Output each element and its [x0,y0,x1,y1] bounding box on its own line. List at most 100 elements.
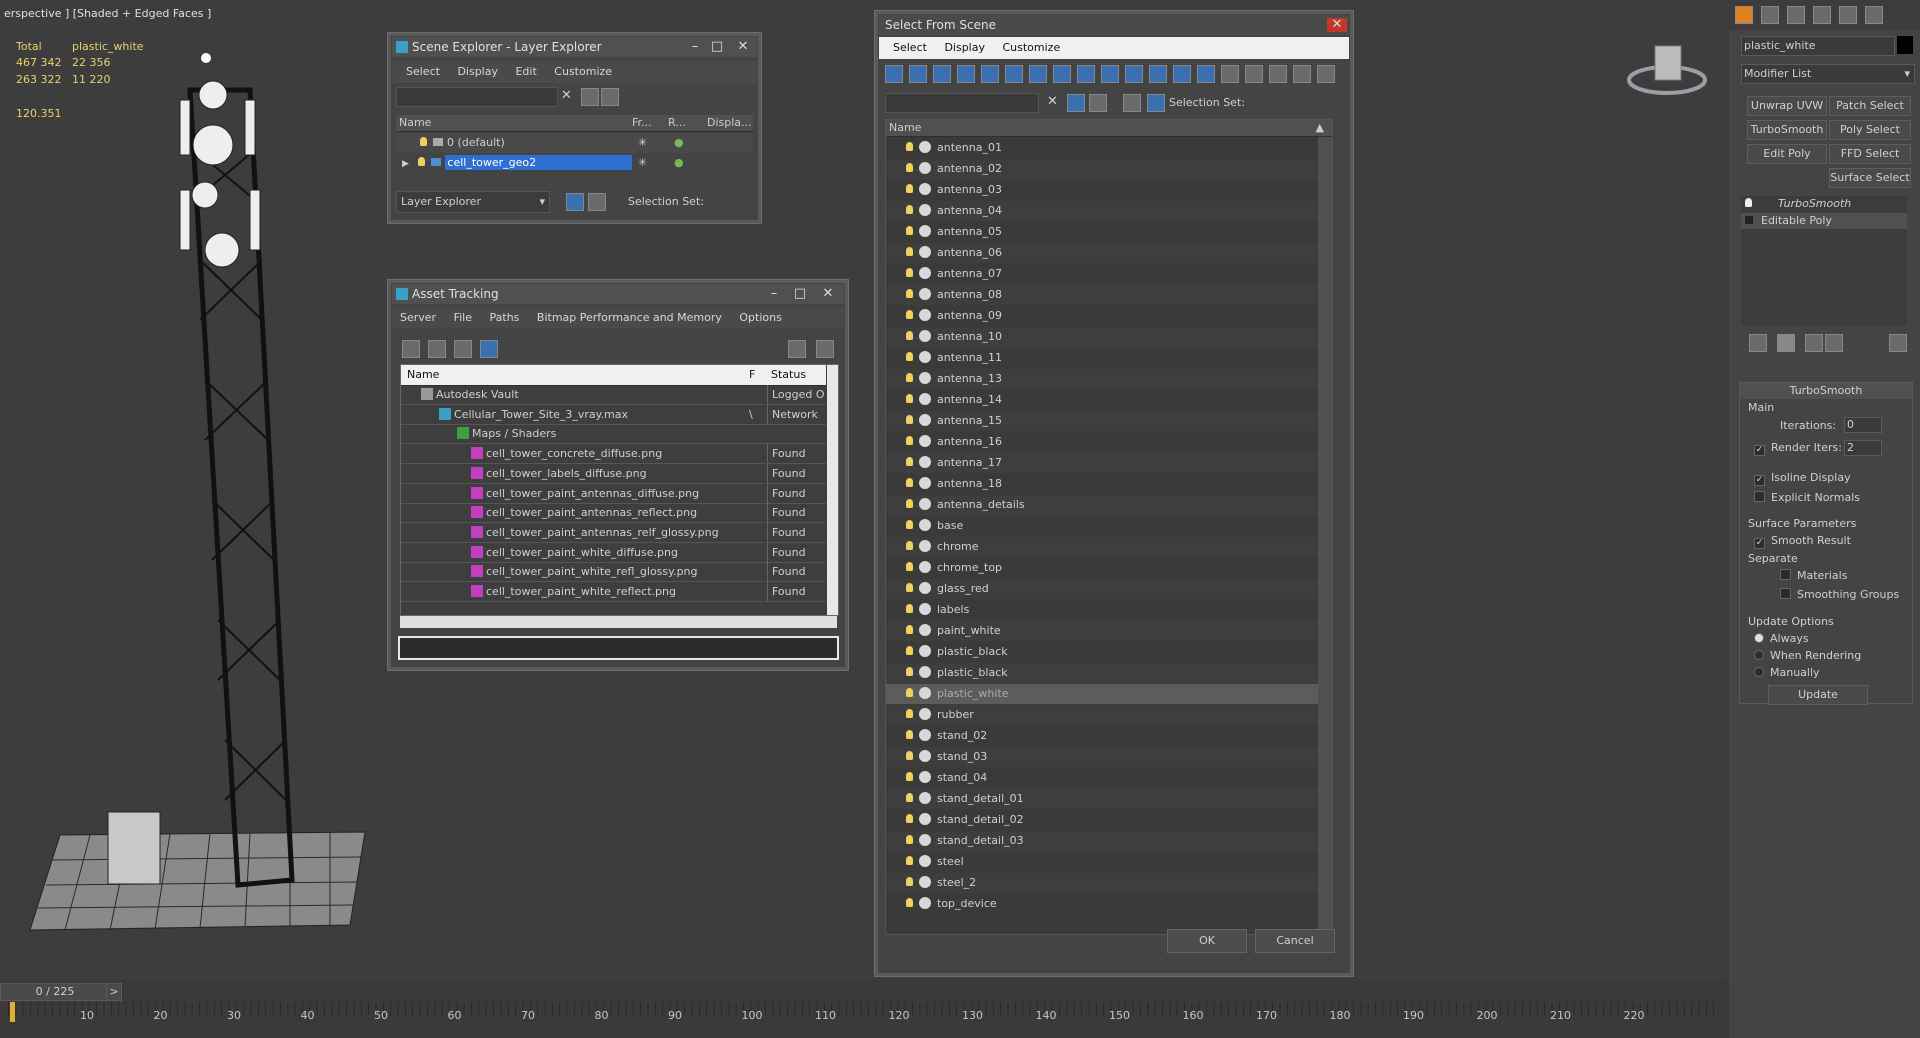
object-list-item[interactable]: antenna_15 [886,411,1318,431]
object-list-item[interactable]: antenna_06 [886,243,1318,263]
asset-row[interactable]: cell_tower_labels_diffuse.png Found [401,463,826,484]
maximize-button[interactable]: □ [707,40,727,54]
col-flag[interactable]: F [749,365,755,385]
clear-search-icon[interactable]: ✕ [561,88,572,103]
expand-arrow-icon[interactable]: ▶ [402,159,409,169]
perspective-viewport[interactable]: erspective ] [Shaded + Edged Faces ] Tot… [0,0,1725,980]
explicit-normals-checkbox[interactable]: Explicit Normals [1754,491,1860,504]
layers-toggle-icon[interactable] [566,193,584,211]
layers-icon[interactable] [1123,94,1141,112]
bulb-icon[interactable] [906,163,913,172]
when-rendering-radio[interactable]: When Rendering [1754,649,1861,662]
object-list-item[interactable]: antenna_08 [886,285,1318,305]
menu-select[interactable]: Select [893,41,927,54]
bulb-icon[interactable] [906,856,913,865]
asset-row[interactable]: cell_tower_paint_antennas_reflect.png Fou… [401,503,826,524]
modifier-list-dropdown[interactable]: Modifier List ▾ [1741,64,1915,84]
asset-tree[interactable]: Name F Status Autodesk Vault Logged O Cell… [400,364,839,616]
object-list-item[interactable]: antenna_05 [886,222,1318,242]
col-name[interactable]: Name [399,115,431,131]
display-all-icon[interactable] [909,65,927,83]
object-name-field[interactable]: plastic_white [1741,36,1895,56]
bulb-icon[interactable] [906,247,913,256]
bulb-icon[interactable] [906,373,913,382]
lights-filter-icon[interactable] [1005,65,1023,83]
object-list-item[interactable]: antenna_03 [886,180,1318,200]
next-frame-button[interactable]: > [106,983,122,1001]
patch-select-button[interactable]: Patch Select [1829,96,1911,116]
scene-explorer-titlebar[interactable]: Scene Explorer - Layer Explorer – □ ✕ [392,37,757,57]
bulb-icon[interactable] [420,137,427,146]
asset-row[interactable]: Autodesk Vault Logged O [401,385,826,405]
menu-display[interactable]: Display [457,65,498,78]
asset-row[interactable]: cell_tower_paint_antennas_relf_glossy.pn… [401,522,826,543]
bulb-icon[interactable] [906,541,913,550]
object-list-item[interactable]: antenna_14 [886,390,1318,410]
find-options-icon[interactable] [1089,94,1107,112]
motion-tab-icon[interactable] [1813,6,1831,24]
time-slider[interactable]: 0 / 225 [0,983,110,1001]
manually-radio[interactable]: Manually [1754,666,1820,679]
collapse-icon[interactable] [1317,65,1335,83]
object-list-item[interactable]: antenna_10 [886,327,1318,347]
bulb-icon[interactable] [906,751,913,760]
object-color-swatch[interactable] [1897,36,1913,54]
settings-icon[interactable] [816,340,834,358]
object-list-item[interactable]: antenna_13 [886,369,1318,389]
pin-stack-icon[interactable] [1749,334,1767,352]
object-list-item[interactable]: antenna_01 [886,138,1318,158]
render-iters-spinner[interactable]: 2 [1844,440,1882,456]
object-list-item[interactable]: plastic_black [886,642,1318,662]
layer-row[interactable]: 0 (default) ✳ ● [396,133,753,153]
bulb-icon[interactable] [906,310,913,319]
bones-filter-icon[interactable] [1149,65,1167,83]
geometry-filter-icon[interactable] [957,65,975,83]
list-view-icon[interactable] [428,340,446,358]
menu-bitmap-performance[interactable]: Bitmap Performance and Memory [537,311,722,324]
menu-options[interactable]: Options [739,311,781,324]
stack-item-turbosmooth[interactable]: TurboSmooth [1741,196,1851,212]
object-list-item[interactable]: steel_2 [886,873,1318,893]
find-icon[interactable] [581,88,599,106]
expand-box-icon[interactable] [1745,216,1753,224]
object-list-item[interactable]: stand_detail_01 [886,789,1318,809]
modify-tab-icon[interactable] [1761,6,1779,24]
configure-sets-icon[interactable] [1889,334,1907,352]
menu-paths[interactable]: Paths [490,311,520,324]
bulb-icon[interactable] [906,583,913,592]
modifier-stack[interactable]: TurboSmooth Editable Poly [1741,196,1907,326]
col-name[interactable]: Name [407,365,439,385]
asset-tracking-titlebar[interactable]: Asset Tracking – □ ✕ [392,284,844,304]
asset-row[interactable]: cell_tower_paint_antennas_diffuse.png Fou… [401,483,826,504]
refresh-icon[interactable] [402,340,420,358]
object-list-item[interactable]: stand_detail_02 [886,810,1318,830]
object-list-item[interactable]: top_device [886,894,1318,914]
bulb-icon[interactable] [906,436,913,445]
sync-selection-icon[interactable] [1293,65,1311,83]
bulb-icon[interactable] [906,793,913,802]
freeze-icon[interactable]: ✳ [638,153,647,173]
bulb-icon[interactable] [906,394,913,403]
menu-select[interactable]: Select [406,65,440,78]
table-view-icon[interactable] [480,340,498,358]
viewcube[interactable] [1625,38,1710,108]
asset-row[interactable]: Maps / Shaders [401,424,826,445]
ok-button[interactable]: OK [1167,929,1247,953]
object-list-item[interactable]: labels [886,600,1318,620]
bulb-icon[interactable] [906,457,913,466]
hierarchy-icon[interactable] [1147,94,1165,112]
spacewarps-filter-icon[interactable] [1077,65,1095,83]
hierarchy-icon[interactable] [588,193,606,211]
select-from-scene-window[interactable]: Select From Scene ✕ Select Display Custo… [874,10,1354,977]
always-radio[interactable]: Always [1754,632,1809,645]
object-list-item[interactable]: chrome [886,537,1318,557]
object-list-item[interactable]: stand_03 [886,747,1318,767]
bulb-icon[interactable] [906,835,913,844]
rollout-title[interactable]: TurboSmooth [1740,383,1912,399]
thumbnail-view-icon[interactable] [454,340,472,358]
object-list-item[interactable]: glass_red [886,579,1318,599]
cancel-button[interactable]: Cancel [1255,929,1335,953]
show-end-result-icon[interactable] [1777,334,1795,352]
object-list-item[interactable]: stand_04 [886,768,1318,788]
bulb-icon[interactable] [906,625,913,634]
